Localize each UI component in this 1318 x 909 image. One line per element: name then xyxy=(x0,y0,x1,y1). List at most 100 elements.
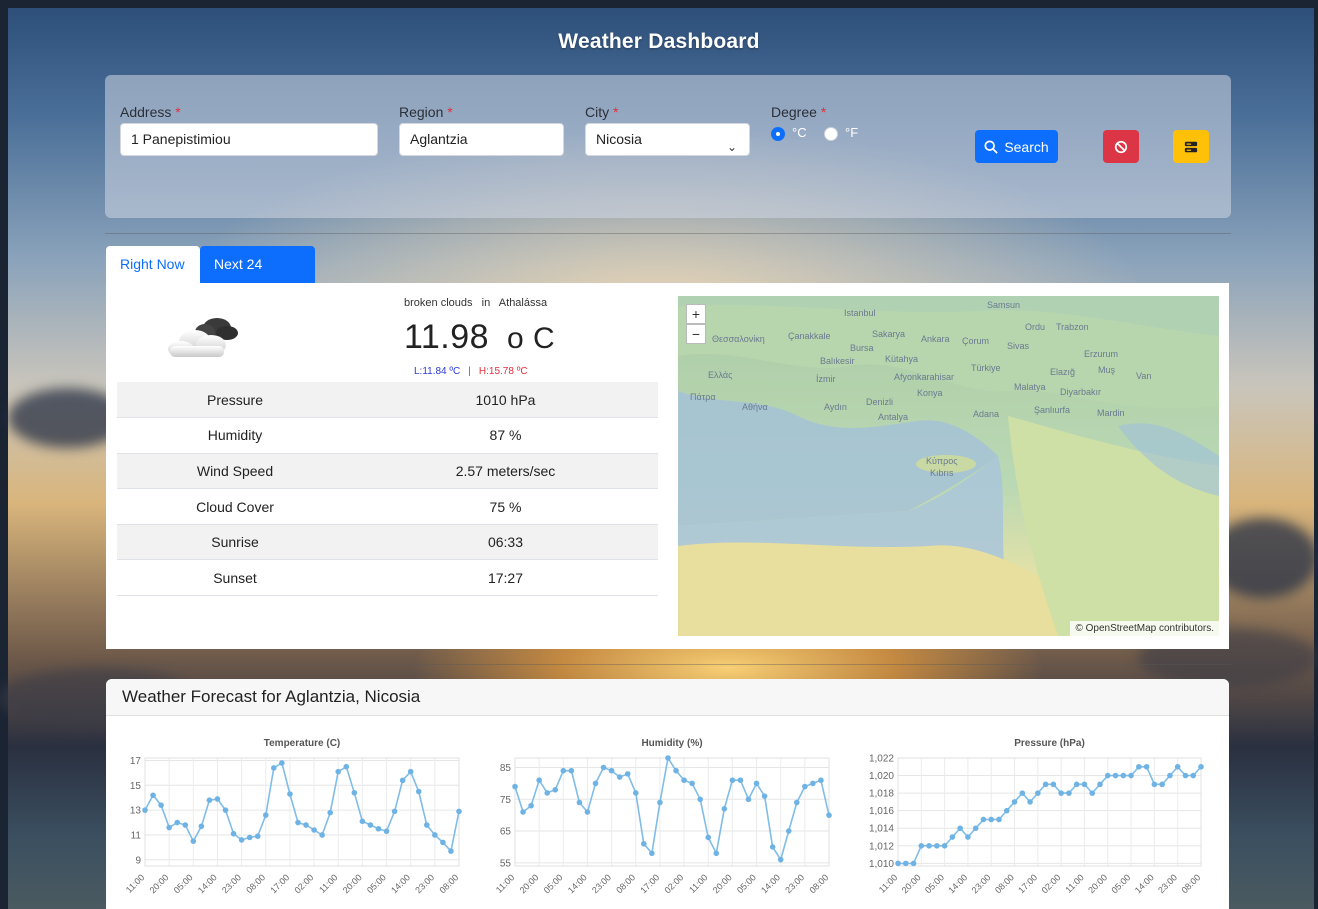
address-field[interactable]: 1 Panepistimiou xyxy=(120,123,378,156)
data-point[interactable] xyxy=(793,799,800,806)
data-point[interactable] xyxy=(941,843,948,849)
data-point[interactable] xyxy=(190,838,197,844)
fahrenheit-radio[interactable] xyxy=(824,127,838,141)
data-point[interactable] xyxy=(1042,781,1049,788)
data-point[interactable] xyxy=(206,797,213,804)
search-button[interactable]: Search xyxy=(975,130,1058,163)
data-point[interactable] xyxy=(423,822,430,828)
data-point[interactable] xyxy=(1097,781,1103,788)
data-point[interactable] xyxy=(957,825,963,832)
data-point[interactable] xyxy=(681,777,687,784)
data-point[interactable] xyxy=(415,788,422,795)
data-point[interactable] xyxy=(1159,781,1165,788)
data-point[interactable] xyxy=(1128,772,1134,779)
data-point[interactable] xyxy=(1182,772,1189,779)
data-point[interactable] xyxy=(552,786,559,793)
data-point[interactable] xyxy=(1198,763,1204,770)
data-point[interactable] xyxy=(769,844,776,850)
data-point[interactable] xyxy=(1050,781,1057,788)
data-point[interactable] xyxy=(649,850,655,857)
data-point[interactable] xyxy=(818,777,824,784)
tab-right-now[interactable]: Right Now xyxy=(106,246,200,283)
data-point[interactable] xyxy=(785,828,792,834)
data-point[interactable] xyxy=(568,767,575,774)
data-point[interactable] xyxy=(600,764,607,771)
data-point[interactable] xyxy=(673,767,679,774)
data-point[interactable] xyxy=(721,806,728,812)
data-point[interactable] xyxy=(1136,763,1142,770)
data-point[interactable] xyxy=(520,809,526,815)
data-point[interactable] xyxy=(222,807,229,813)
data-point[interactable] xyxy=(810,780,816,787)
data-point[interactable] xyxy=(528,802,534,809)
data-point[interactable] xyxy=(1011,799,1018,805)
data-point[interactable] xyxy=(665,755,671,761)
data-point[interactable] xyxy=(448,848,454,854)
zoom-in-button[interactable]: + xyxy=(686,304,706,324)
data-point[interactable] xyxy=(1073,781,1080,788)
map-attribution[interactable]: © OpenStreetMap contributors. xyxy=(1070,621,1219,636)
data-point[interactable] xyxy=(926,843,932,849)
data-point[interactable] xyxy=(689,780,695,787)
data-point[interactable] xyxy=(343,763,350,770)
data-point[interactable] xyxy=(391,808,398,815)
data-point[interactable] xyxy=(1112,772,1119,779)
data-point[interactable] xyxy=(399,777,406,784)
data-point[interactable] xyxy=(560,767,567,774)
data-point[interactable] xyxy=(616,774,623,780)
data-point[interactable] xyxy=(592,780,599,787)
data-point[interactable] xyxy=(432,832,438,838)
data-point[interactable] xyxy=(988,816,995,823)
data-point[interactable] xyxy=(440,839,446,846)
data-point[interactable] xyxy=(972,825,979,832)
data-point[interactable] xyxy=(777,856,784,863)
data-point[interactable] xyxy=(407,768,414,775)
tab-next-24-hours[interactable]: Next 24 hours xyxy=(200,246,315,309)
data-point[interactable] xyxy=(826,812,832,818)
data-point[interactable] xyxy=(705,834,712,841)
weather-map[interactable]: Istanbul Samsun Ordu Trabzon Sakarya Ank… xyxy=(678,296,1219,636)
data-point[interactable] xyxy=(279,760,285,766)
data-point[interactable] xyxy=(641,840,647,847)
data-point[interactable] xyxy=(934,843,940,849)
data-point[interactable] xyxy=(737,777,744,784)
data-point[interactable] xyxy=(327,809,333,816)
data-point[interactable] xyxy=(383,828,390,835)
data-point[interactable] xyxy=(910,860,917,867)
data-point[interactable] xyxy=(1066,790,1072,796)
data-point[interactable] xyxy=(174,819,181,826)
data-point[interactable] xyxy=(335,768,342,775)
celsius-radio[interactable] xyxy=(771,127,785,141)
data-point[interactable] xyxy=(214,796,221,802)
data-point[interactable] xyxy=(1190,772,1197,779)
data-point[interactable] xyxy=(238,837,245,843)
data-point[interactable] xyxy=(576,799,583,806)
data-point[interactable] xyxy=(980,816,987,823)
data-point[interactable] xyxy=(158,802,164,808)
data-point[interactable] xyxy=(632,790,639,796)
data-point[interactable] xyxy=(729,777,736,784)
data-point[interactable] xyxy=(246,834,253,841)
storage-button[interactable] xyxy=(1173,130,1209,163)
data-point[interactable] xyxy=(311,827,317,833)
data-point[interactable] xyxy=(271,765,277,771)
data-point[interactable] xyxy=(512,783,518,790)
data-point[interactable] xyxy=(303,822,309,828)
data-point[interactable] xyxy=(713,850,720,857)
data-point[interactable] xyxy=(359,818,366,825)
data-point[interactable] xyxy=(367,822,374,828)
data-point[interactable] xyxy=(150,792,156,799)
data-point[interactable] xyxy=(584,809,591,815)
data-point[interactable] xyxy=(536,777,542,784)
data-point[interactable] xyxy=(1104,772,1111,779)
city-select[interactable]: Nicosia ⌄ xyxy=(585,123,750,156)
data-point[interactable] xyxy=(230,830,237,837)
data-point[interactable] xyxy=(902,860,909,867)
zoom-out-button[interactable]: − xyxy=(686,324,706,344)
data-point[interactable] xyxy=(319,832,325,838)
data-point[interactable] xyxy=(624,771,631,777)
data-point[interactable] xyxy=(753,780,760,787)
data-point[interactable] xyxy=(254,833,261,840)
region-field[interactable]: Aglantzia xyxy=(399,123,564,156)
data-point[interactable] xyxy=(544,790,551,796)
